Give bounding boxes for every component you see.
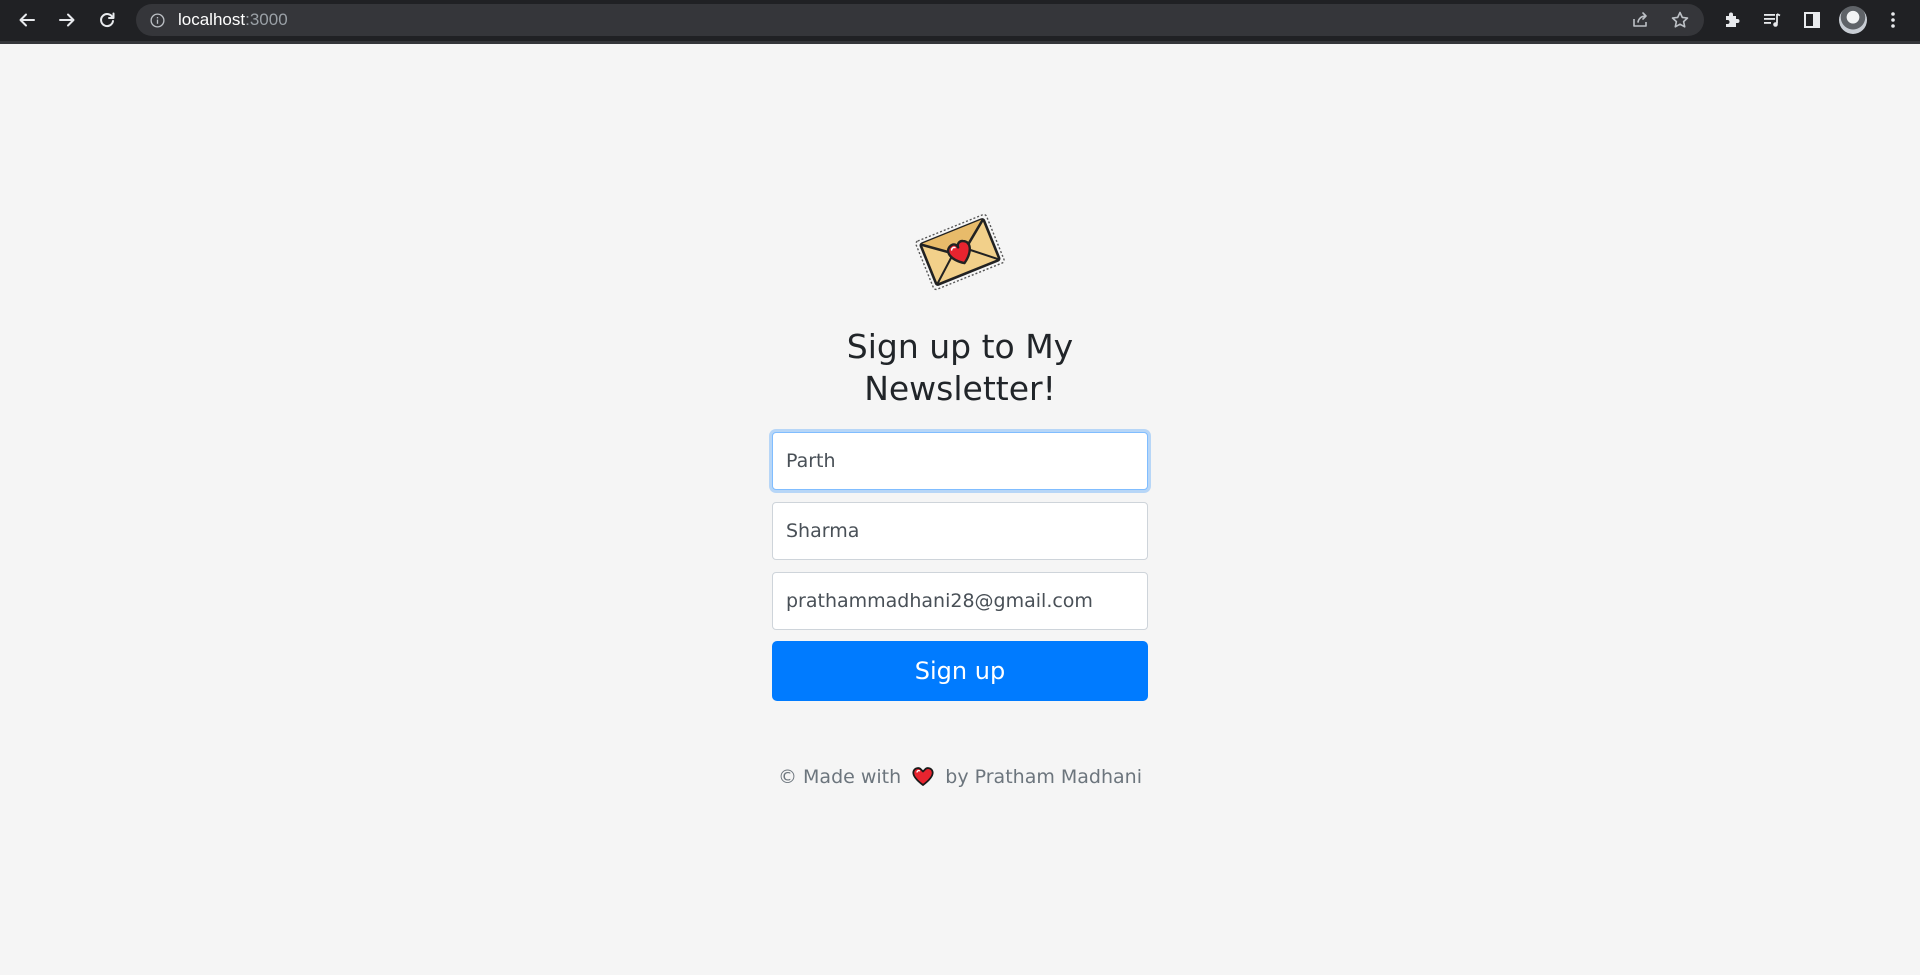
forward-button[interactable] <box>53 6 81 34</box>
share-icon[interactable] <box>1630 10 1650 30</box>
info-icon[interactable] <box>150 13 165 28</box>
reload-button[interactable] <box>93 6 121 34</box>
email-input[interactable] <box>772 572 1148 630</box>
profile-avatar[interactable] <box>1839 6 1867 34</box>
url-port: :3000 <box>245 10 288 29</box>
address-bar[interactable]: localhost:3000 <box>136 4 1704 36</box>
last-name-input[interactable] <box>772 502 1148 560</box>
page-content: Sign up to My Newsletter! Sign up © Made… <box>0 44 1920 975</box>
reload-icon <box>100 12 115 28</box>
media-queue-icon[interactable] <box>1762 10 1782 30</box>
browser-toolbar: localhost:3000 <box>0 0 1920 41</box>
first-name-input[interactable] <box>772 432 1148 490</box>
forward-arrow-icon <box>59 13 75 27</box>
heart-icon <box>912 767 934 786</box>
star-icon[interactable] <box>1670 10 1690 30</box>
back-button[interactable] <box>13 6 41 34</box>
footer-prefix: © Made with <box>778 766 902 788</box>
puzzle-icon[interactable] <box>1722 10 1742 30</box>
side-panel-icon[interactable] <box>1802 10 1822 30</box>
url-host: localhost <box>178 10 246 29</box>
envelope-heart-icon <box>915 213 1005 291</box>
url-text[interactable]: localhost:3000 <box>178 4 288 36</box>
page-title: Sign up to My Newsletter! <box>846 327 1074 408</box>
footer: © Made with by Pratham Madhani <box>660 764 1260 790</box>
kebab-menu-icon[interactable] <box>1883 10 1903 30</box>
sign-up-button[interactable]: Sign up <box>772 641 1148 701</box>
back-arrow-icon <box>19 13 35 27</box>
footer-suffix: by Pratham Madhani <box>945 766 1142 788</box>
